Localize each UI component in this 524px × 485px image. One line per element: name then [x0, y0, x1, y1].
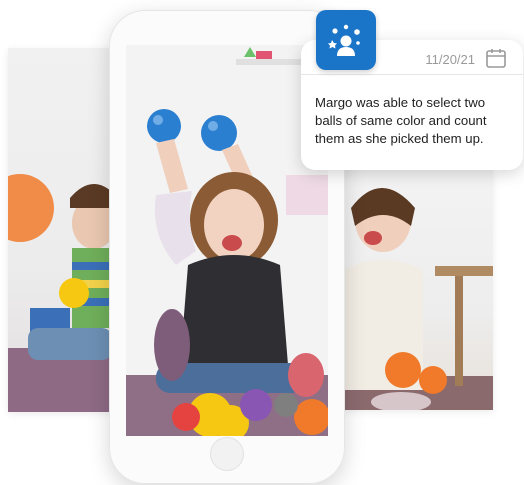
- observation-date: 11/20/21: [425, 52, 475, 67]
- app-badge[interactable]: [316, 10, 376, 70]
- photo-right-scene: [343, 188, 493, 410]
- photo-right: [343, 170, 493, 410]
- calendar-icon[interactable]: [485, 47, 507, 69]
- observation-text: Margo was able to select two balls of sa…: [315, 95, 487, 146]
- card-divider: [301, 74, 523, 75]
- photo-left: [8, 48, 112, 412]
- phone-photo: [126, 45, 328, 436]
- photo-left-scene: [8, 174, 112, 412]
- child-activity-icon: [328, 24, 360, 56]
- phone-screen: [126, 45, 328, 436]
- home-button[interactable]: [210, 437, 244, 471]
